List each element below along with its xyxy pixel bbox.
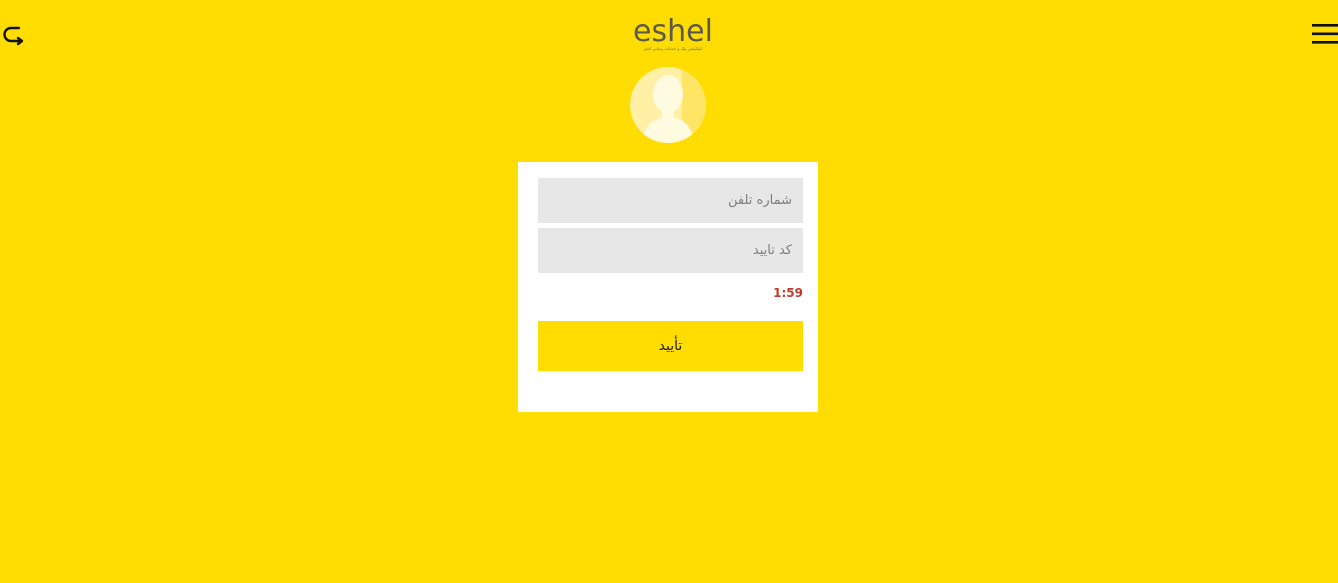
- app-logo: eshel اپلیکیشن پیک و خدمات رسانی اشل: [626, 14, 720, 54]
- login-card: 1:59 تأیید: [518, 162, 818, 412]
- back-arrow-icon: [3, 26, 24, 46]
- user-avatar: [630, 67, 706, 143]
- logo-text: eshel: [633, 14, 713, 49]
- logo-tagline: اپلیکیشن پیک و خدمات رسانی اشل: [643, 46, 703, 51]
- confirm-button[interactable]: تأیید: [538, 321, 803, 371]
- menu-button[interactable]: [1312, 21, 1338, 47]
- user-avatar-icon: [630, 67, 706, 143]
- back-button[interactable]: [2, 24, 26, 46]
- countdown-timer: 1:59: [773, 286, 803, 300]
- verification-code-input[interactable]: [538, 228, 803, 273]
- hamburger-menu-icon: [1312, 24, 1338, 44]
- phone-number-input[interactable]: [538, 178, 803, 223]
